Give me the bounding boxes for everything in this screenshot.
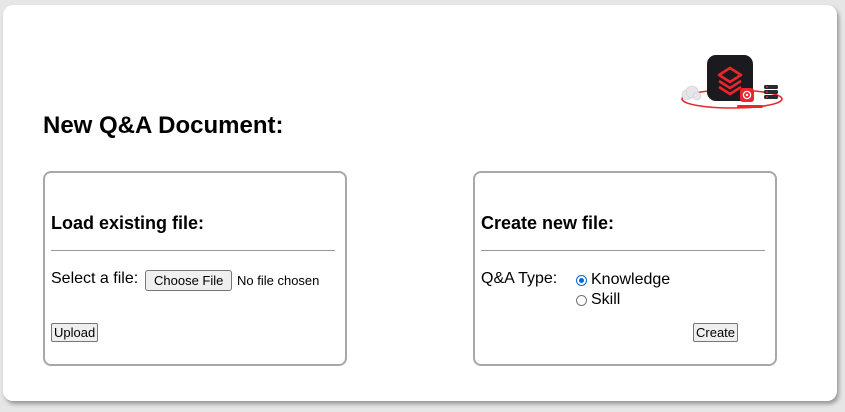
radio-skill[interactable] [576,294,587,306]
divider [51,250,335,251]
page-title: New Q&A Document: [43,112,284,139]
radio-option-knowledge[interactable]: Knowledge [575,270,670,290]
radio-option-skill[interactable]: Skill [575,290,670,310]
upload-button[interactable]: Upload [51,323,99,342]
dialog-card: New Q&A Document: Load existing file: Se… [3,5,837,401]
radio-skill-label: Skill [591,291,621,308]
create-file-panel: Create new file: Q&A Type: Knowledge Ski… [473,171,777,366]
create-button[interactable]: Create [693,323,739,342]
choose-file-button[interactable]: Choose File [145,270,233,291]
create-panel-heading: Create new file: [481,213,615,233]
app-logo-icon [681,55,783,109]
qa-type-radio-group: Knowledge Skill [575,270,670,310]
radio-knowledge-label: Knowledge [591,271,671,288]
divider [481,250,765,251]
select-file-label: Select a file: [51,270,139,287]
load-panel-heading: Load existing file: [51,213,205,233]
radio-knowledge[interactable] [576,274,587,286]
qa-type-label: Q&A Type: [481,270,558,287]
file-status-text: No file chosen [237,273,320,288]
load-file-panel: Load existing file: Select a file: Choos… [43,171,347,366]
